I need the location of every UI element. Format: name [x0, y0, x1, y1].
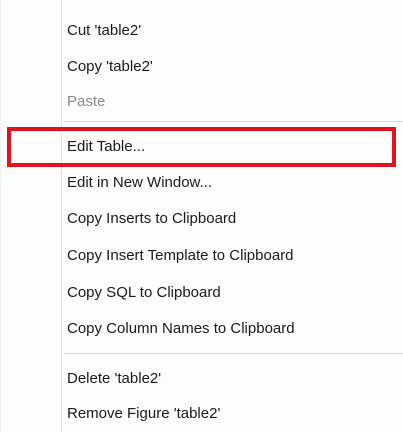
menu-item-cut[interactable]: Cut 'table2' [0, 14, 403, 48]
menu-item-edit-table[interactable]: Edit Table... [0, 130, 403, 164]
menu-item-copy-inserts[interactable]: Copy Inserts to Clipboard [0, 202, 403, 236]
menu-item-label: Copy SQL to Clipboard [67, 284, 221, 301]
menu-item-remove-figure[interactable]: Remove Figure 'table2' [0, 397, 403, 431]
menu-item-label: Copy 'table2' [67, 58, 153, 75]
menu-item-copy-insert-template[interactable]: Copy Insert Template to Clipboard [0, 239, 403, 273]
menu-item-label: Copy Column Names to Clipboard [67, 320, 295, 337]
menu-item-label: Edit in New Window... [67, 174, 213, 191]
menu-item-label: Delete 'table2' [67, 370, 162, 387]
menu-item-label: Edit Table... [67, 138, 146, 155]
menu-item-copy-sql[interactable]: Copy SQL to Clipboard [0, 276, 403, 310]
menu-item-label: Paste [67, 93, 106, 110]
menu-separator [64, 353, 403, 354]
menu-separator [64, 121, 403, 122]
menu-item-paste: Paste [0, 85, 403, 119]
menu-item-label: Cut 'table2' [67, 22, 142, 39]
menu-item-label: Remove Figure 'table2' [67, 405, 221, 422]
context-menu: Cut 'table2' Copy 'table2' Paste Edit Ta… [0, 0, 403, 432]
menu-item-label: Copy Inserts to Clipboard [67, 210, 237, 227]
menu-item-copy[interactable]: Copy 'table2' [0, 50, 403, 84]
menu-item-delete[interactable]: Delete 'table2' [0, 362, 403, 396]
menu-item-edit-in-new-window[interactable]: Edit in New Window... [0, 166, 403, 200]
menu-item-copy-column-names[interactable]: Copy Column Names to Clipboard [0, 312, 403, 346]
menu-item-label: Copy Insert Template to Clipboard [67, 247, 294, 264]
